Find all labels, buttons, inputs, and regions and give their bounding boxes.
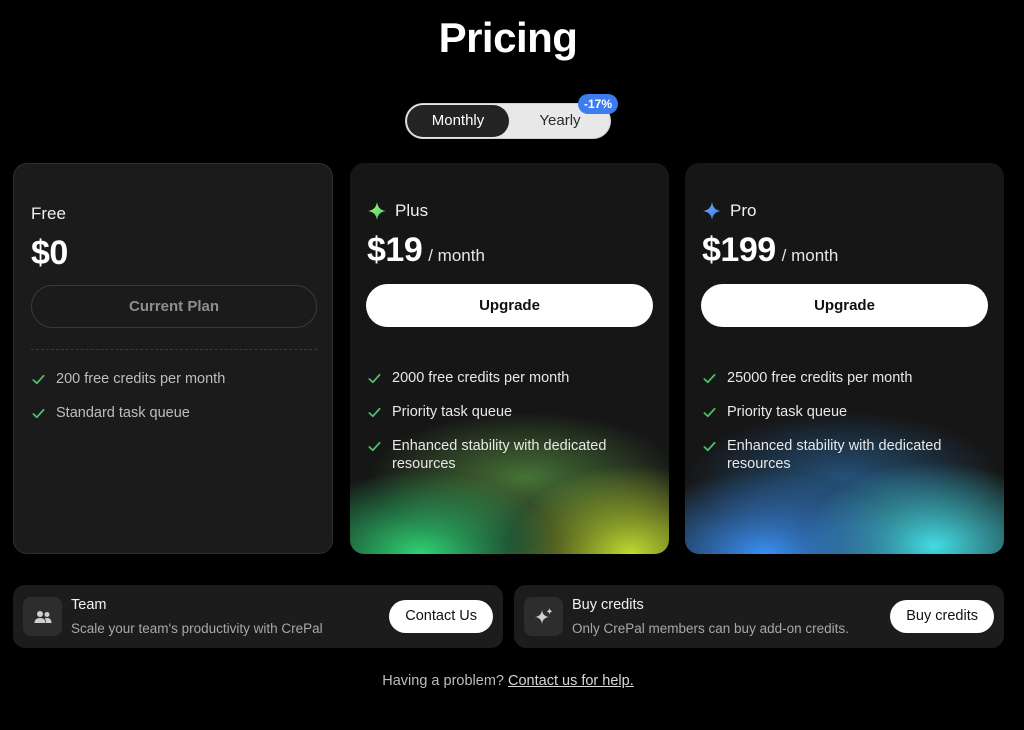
feature-item: 2000 free credits per month <box>367 369 647 387</box>
plan-card-free: Free $0 Current Plan 200 free credits pe… <box>13 163 333 554</box>
help-line: Having a problem? Contact us for help. <box>0 673 1016 689</box>
buy-credits-card: Buy credits Only CrePal members can buy … <box>514 585 1004 648</box>
buy-credits-title: Buy credits <box>572 597 644 613</box>
feature-text: 200 free credits per month <box>56 371 226 387</box>
check-icon <box>703 373 716 384</box>
contact-us-button[interactable]: Contact Us <box>389 600 493 633</box>
team-card: Team Scale your team's productivity with… <box>13 585 503 648</box>
check-icon <box>368 441 381 452</box>
feature-list: 200 free credits per month Standard task… <box>31 370 311 438</box>
billing-toggle-monthly[interactable]: Monthly <box>407 105 509 137</box>
price-row: $0 <box>31 234 68 273</box>
feature-text: Priority task queue <box>727 404 848 420</box>
pricing-page: Pricing Monthly Yearly -17% Free $0 Curr… <box>0 0 1024 730</box>
plan-price: $19 <box>367 231 423 269</box>
divider <box>31 349 317 350</box>
feature-text: 25000 free credits per month <box>727 370 913 386</box>
plan-price: $0 <box>31 234 68 272</box>
plan-name: Free <box>31 204 66 223</box>
page-title: Pricing <box>438 14 578 61</box>
feature-item: Enhanced stability with dedicated resour… <box>367 437 647 473</box>
feature-item: Priority task queue <box>702 403 982 421</box>
plan-header: Plus <box>367 201 428 221</box>
feature-text: Priority task queue <box>392 404 513 420</box>
yearly-discount-badge: -17% <box>578 94 619 114</box>
check-icon <box>703 441 716 452</box>
feature-item: Standard task queue <box>31 404 311 422</box>
contact-help-link[interactable]: Contact us for help. <box>508 673 634 689</box>
plan-name: Pro <box>730 201 757 220</box>
sparkle-icon <box>524 597 563 636</box>
plan-header: Pro <box>702 201 756 221</box>
plan-period: / month <box>781 246 839 265</box>
upgrade-button-pro[interactable]: Upgrade <box>701 284 988 327</box>
buy-credits-description: Only CrePal members can buy add-on credi… <box>572 621 849 636</box>
team-icon <box>23 597 62 636</box>
sparkle-icon <box>703 202 721 220</box>
feature-text: 2000 free credits per month <box>392 370 570 386</box>
plan-name: Plus <box>395 201 429 220</box>
check-icon <box>32 374 45 385</box>
price-row: $199 / month <box>702 231 838 270</box>
plan-price: $199 <box>702 231 776 269</box>
help-text: Having a problem? <box>382 673 504 689</box>
check-icon <box>703 407 716 418</box>
current-plan-button: Current Plan <box>31 285 317 328</box>
feature-list: 25000 free credits per month Priority ta… <box>702 369 982 489</box>
buy-credits-button[interactable]: Buy credits <box>890 600 994 633</box>
upgrade-button-plus[interactable]: Upgrade <box>366 284 653 327</box>
plan-card-pro: Pro $199 / month Upgrade 25000 free cred… <box>685 163 1004 554</box>
feature-item: 25000 free credits per month <box>702 369 982 387</box>
plan-header: Free <box>31 204 66 224</box>
feature-text: Enhanced stability with dedicated resour… <box>727 438 942 472</box>
check-icon <box>368 407 381 418</box>
feature-item: 200 free credits per month <box>31 370 311 388</box>
check-icon <box>368 373 381 384</box>
feature-list: 2000 free credits per month Priority tas… <box>367 369 647 489</box>
price-row: $19 / month <box>367 231 485 270</box>
plan-period: / month <box>428 246 485 265</box>
feature-item: Enhanced stability with dedicated resour… <box>702 437 982 473</box>
team-description: Scale your team's productivity with CreP… <box>71 621 323 636</box>
feature-text: Enhanced stability with dedicated resour… <box>392 438 607 472</box>
feature-item: Priority task queue <box>367 403 647 421</box>
sparkle-icon <box>368 202 386 220</box>
team-title: Team <box>71 597 107 613</box>
check-icon <box>32 408 45 419</box>
feature-text: Standard task queue <box>56 405 190 421</box>
plan-card-plus: Plus $19 / month Upgrade 2000 free credi… <box>350 163 669 554</box>
